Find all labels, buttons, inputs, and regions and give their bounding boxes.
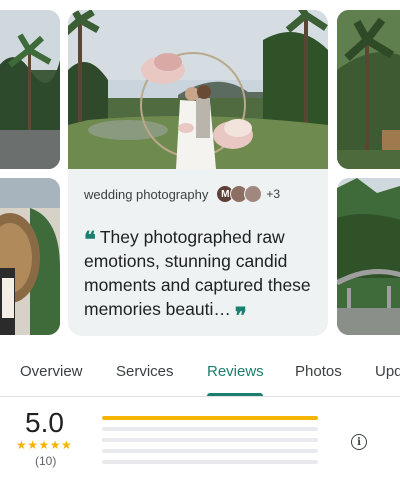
review-meta: wedding photography M +3 [84,183,280,205]
review-card[interactable]: wedding photography M +3 ❝ They photograp… [68,10,328,336]
rating-bar-1-star [102,460,318,464]
photo-carousel[interactable]: wedding photography M +3 ❝ They photograp… [0,0,400,345]
wedding-photo [68,10,328,169]
star-rating: ★★★★★ [16,438,73,452]
rating-bar-3-star [102,438,318,442]
open-quote-icon: ❝ [84,227,96,253]
card-category: wedding photography [84,186,209,202]
avatar [244,185,263,203]
review-quote: ❝ They photographed raw emotions, stunnin… [84,225,320,327]
tab-services[interactable]: Services [116,363,174,380]
rating-bar-4-star [102,427,318,431]
photo-thumbnail[interactable] [0,178,60,335]
tab-photos[interactable]: Photos [295,363,342,380]
rating-bar-fill [102,416,318,420]
active-tab-indicator [207,393,263,396]
rating-distribution [102,416,318,471]
reviewer-avatars[interactable]: M +3 [216,185,280,203]
tab-bar: Overview Services Reviews Photos Upd [0,349,400,397]
rating-score: 5.0 [25,407,64,438]
quote-text: They photographed raw emotions, stunning… [84,227,311,319]
photo-thumbnail[interactable] [337,10,400,169]
tab-reviews[interactable]: Reviews [207,363,264,380]
tab-overview[interactable]: Overview [20,363,83,380]
rating-bar-5-star [102,416,318,420]
close-quote-icon: ❞ [234,303,247,329]
more-avatars-count: +3 [266,187,281,201]
photo-thumbnail[interactable] [0,10,60,169]
photo-thumbnail[interactable] [337,178,400,335]
info-icon[interactable]: i [351,434,367,450]
rating-bar-2-star [102,449,318,453]
tab-updates[interactable]: Upd [375,363,400,380]
review-count: (10) [35,454,57,468]
